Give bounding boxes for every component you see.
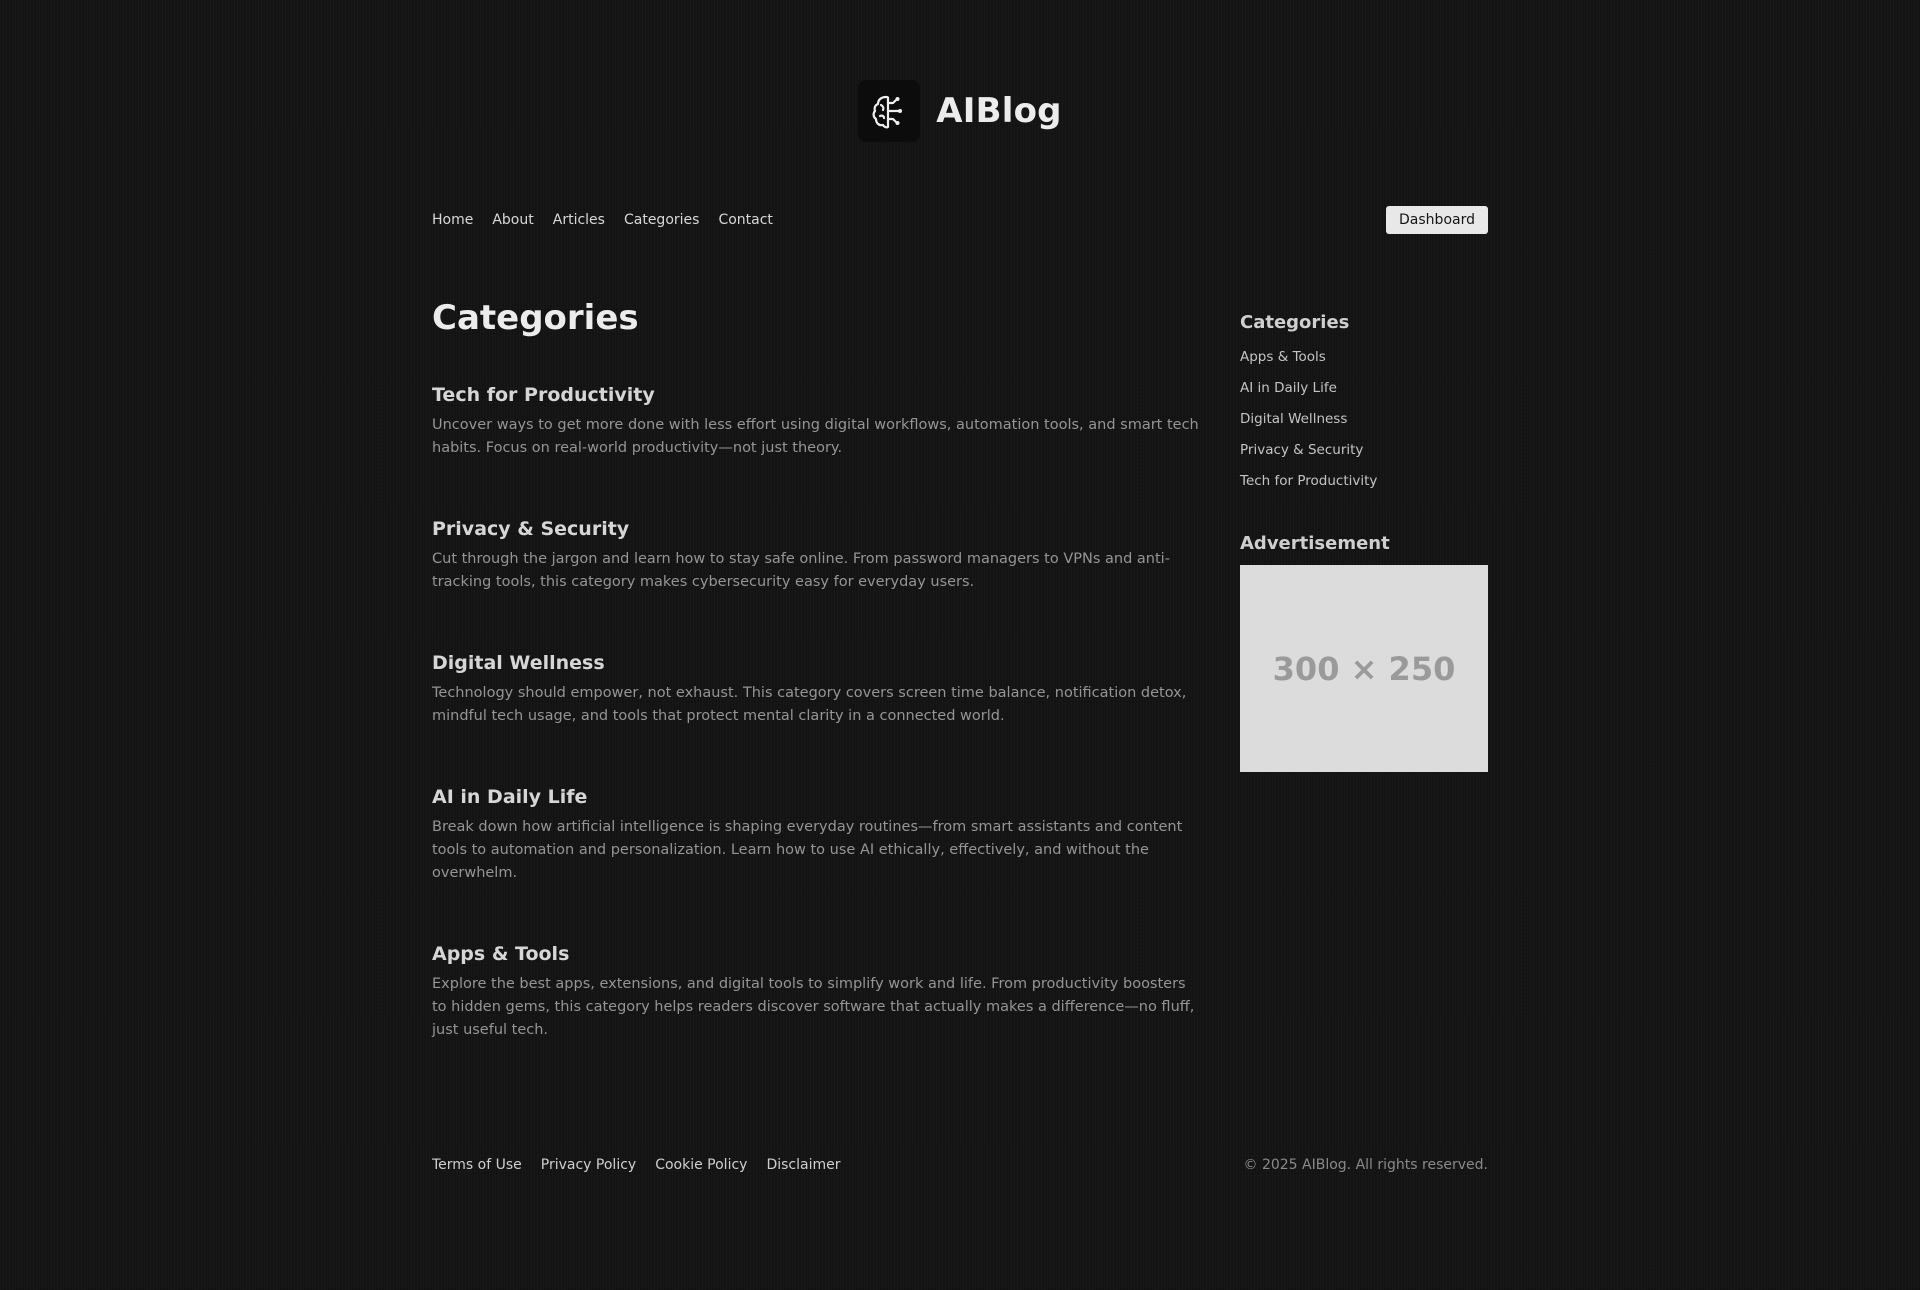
category-title[interactable]: Tech for Productivity (432, 382, 1202, 408)
category-description: Break down how artificial intelligence i… (432, 819, 1183, 881)
nav-link-contact[interactable]: Contact (718, 212, 772, 228)
sidebar-category-list: Apps & Tools AI in Daily Life Digital We… (1240, 342, 1488, 497)
nav-link-home[interactable]: Home (432, 212, 473, 228)
category-title[interactable]: Digital Wellness (432, 650, 1202, 676)
footer-link-disclaimer[interactable]: Disclaimer (766, 1157, 840, 1173)
main-content: Categories Tech for Productivity Uncover… (432, 294, 1202, 1098)
nav-link-about[interactable]: About (492, 212, 533, 228)
footer-link-cookie[interactable]: Cookie Policy (655, 1157, 747, 1173)
category-list: Tech for Productivity Uncover ways to ge… (432, 382, 1202, 1042)
advertisement-heading: Advertisement (1240, 533, 1390, 554)
footer-links: Terms of Use Privacy Policy Cookie Polic… (432, 1157, 840, 1173)
category-item: Privacy & Security Cut through the jargo… (432, 516, 1202, 594)
category-item: Digital Wellness Technology should empow… (432, 650, 1202, 728)
logo[interactable] (858, 80, 921, 142)
category-item: AI in Daily Life Break down how artifici… (432, 784, 1202, 885)
brand-name[interactable]: AIBlog (936, 91, 1061, 131)
copyright-text: © 2025 AIBlog. All rights reserved. (1243, 1157, 1489, 1173)
ad-placeholder[interactable]: 300 × 250 (1240, 565, 1488, 772)
sidebar-item-digital-wellness[interactable]: Digital Wellness (1240, 404, 1488, 435)
top-nav: Home About Articles Categories Contact D… (432, 206, 1488, 234)
category-description: Cut through the jargon and learn how to … (432, 551, 1170, 590)
nav-link-categories[interactable]: Categories (624, 212, 699, 228)
brain-icon (872, 95, 903, 129)
sidebar-item-apps-tools[interactable]: Apps & Tools (1240, 342, 1488, 373)
nav-link-articles[interactable]: Articles (553, 212, 605, 228)
sidebar: Categories Apps & Tools AI in Daily Life… (1240, 308, 1488, 772)
category-item: Tech for Productivity Uncover ways to ge… (432, 382, 1202, 460)
category-title[interactable]: Privacy & Security (432, 516, 1202, 542)
page-title: Categories (432, 298, 639, 338)
footer: Terms of Use Privacy Policy Cookie Polic… (432, 1157, 1488, 1173)
category-item: Apps & Tools Explore the best apps, exte… (432, 941, 1202, 1042)
sidebar-item-ai-daily-life[interactable]: AI in Daily Life (1240, 373, 1488, 404)
footer-link-terms[interactable]: Terms of Use (432, 1157, 522, 1173)
site-brand[interactable]: AIBlog (0, 80, 1920, 142)
sidebar-item-privacy-security[interactable]: Privacy & Security (1240, 435, 1488, 466)
category-description: Uncover ways to get more done with less … (432, 417, 1199, 456)
dashboard-button[interactable]: Dashboard (1386, 206, 1488, 234)
nav-links: Home About Articles Categories Contact (432, 212, 773, 228)
sidebar-item-tech-productivity[interactable]: Tech for Productivity (1240, 466, 1488, 497)
ad-size-label: 300 × 250 (1272, 649, 1456, 688)
page: AIBlog Home About Articles Categories Co… (0, 0, 1920, 1290)
category-description: Explore the best apps, extensions, and d… (432, 976, 1195, 1038)
footer-link-privacy[interactable]: Privacy Policy (541, 1157, 636, 1173)
category-title[interactable]: AI in Daily Life (432, 784, 1202, 810)
category-description: Technology should empower, not exhaust. … (432, 685, 1187, 724)
category-title[interactable]: Apps & Tools (432, 941, 1202, 967)
sidebar-categories-heading: Categories (1240, 312, 1350, 333)
